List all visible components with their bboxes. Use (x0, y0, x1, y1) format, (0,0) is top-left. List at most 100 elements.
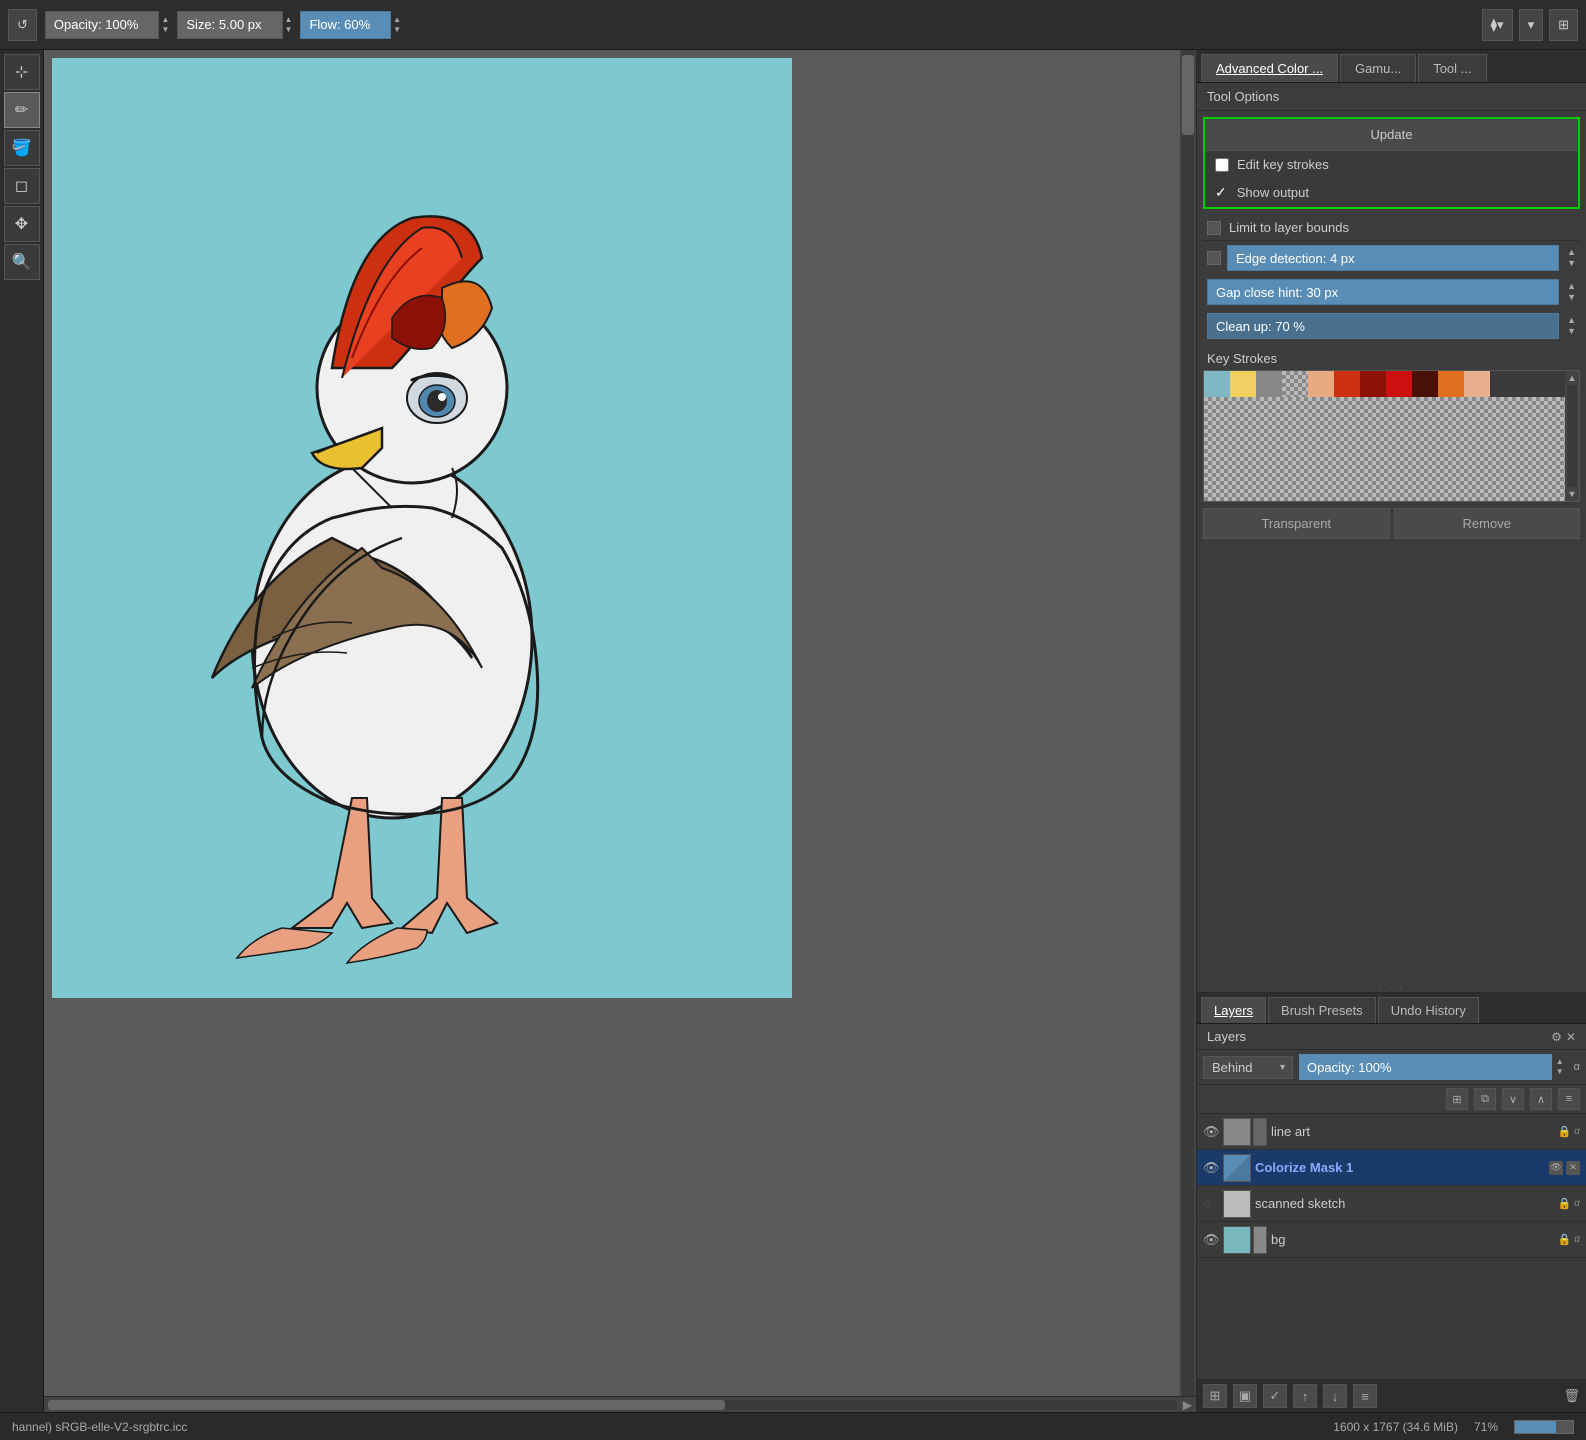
layers-close-icon[interactable]: ✕ (1566, 1030, 1576, 1044)
swatch-gray[interactable] (1256, 371, 1282, 397)
swatch-lightpink[interactable] (1464, 371, 1490, 397)
size-up-arrow[interactable]: ▲ (285, 15, 293, 25)
remove-button[interactable]: Remove (1394, 508, 1581, 539)
opacity-down-arrow[interactable]: ▼ (161, 25, 169, 35)
swatch-lightblue[interactable] (1204, 371, 1230, 397)
size-arrows[interactable]: ▲ ▼ (285, 15, 293, 35)
fill-tool[interactable]: 🪣 (4, 130, 40, 166)
layer-down-button[interactable]: ∧ (1530, 1088, 1552, 1110)
opacity-layer-down[interactable]: ▼ (1556, 1067, 1564, 1077)
tab-brush-presets[interactable]: Brush Presets (1268, 997, 1376, 1023)
edit-keystrokes-checkbox[interactable] (1215, 158, 1229, 172)
layer-up-button[interactable]: ∨ (1502, 1088, 1524, 1110)
layer-menu-button[interactable]: ≡ (1353, 1384, 1377, 1408)
scroll-right-arrow[interactable]: ▶ (1183, 1398, 1192, 1412)
layer-list-button[interactable]: ≡ (1558, 1088, 1580, 1110)
layer-check-button[interactable]: ✓ (1263, 1384, 1287, 1408)
layer-item-sketch[interactable]: ○ scanned sketch 🔒 α (1197, 1186, 1586, 1222)
gap-up[interactable]: ▲ (1567, 281, 1576, 292)
clean-up-slider[interactable]: Clean up: 70 % (1207, 313, 1559, 339)
layers-list[interactable]: 👁 line art 🔒 α 👁 (1197, 1114, 1586, 1379)
ks-scroll-track[interactable] (1567, 385, 1577, 487)
layer-copy-button[interactable]: ⧉ (1474, 1088, 1496, 1110)
opacity-bar[interactable]: Opacity: 100% (1299, 1054, 1552, 1080)
transparent-button[interactable]: Transparent (1203, 508, 1390, 539)
layout-button[interactable]: ⊞ (1549, 9, 1578, 41)
tab-gamu[interactable]: Gamu... (1340, 54, 1416, 82)
layer-add-footer-button[interactable]: ⊞ (1203, 1384, 1227, 1408)
gap-close-arrows[interactable]: ▲ ▼ (1567, 281, 1576, 303)
layer-visibility-hidden-icon[interactable]: ○ (1203, 1196, 1219, 1211)
flow-up-arrow[interactable]: ▲ (393, 15, 401, 25)
tab-undo-history[interactable]: Undo History (1378, 997, 1479, 1023)
layer-item-selected[interactable]: 👁 Colorize Mask 1 👁 ✕ (1197, 1150, 1586, 1186)
canvas-vscroll-thumb[interactable] (1182, 55, 1194, 135)
flow-value[interactable]: Flow: 60% (300, 11, 391, 39)
reset-button[interactable]: ↺ (8, 9, 37, 41)
layer-visibility-icon[interactable]: 👁 (1203, 1232, 1219, 1248)
layer-visibility-icon[interactable]: 👁 (1203, 1124, 1219, 1140)
flow-down-arrow[interactable]: ▼ (393, 25, 401, 35)
tab-tool[interactable]: Tool ... (1418, 54, 1486, 82)
layer-item[interactable]: 👁 line art 🔒 α (1197, 1114, 1586, 1150)
canvas[interactable] (52, 58, 792, 998)
select-tool[interactable]: ⊹ (4, 54, 40, 90)
layer-group-button[interactable]: ▣ (1233, 1384, 1257, 1408)
size-value[interactable]: Size: 5.00 px (177, 11, 282, 39)
swatch-orangered[interactable] (1334, 371, 1360, 397)
opacity-arrows[interactable]: ▲ ▼ (161, 15, 169, 35)
erase-tool[interactable]: ◻ (4, 168, 40, 204)
edge-down[interactable]: ▼ (1567, 258, 1576, 269)
move-tool[interactable]: ✥ (4, 206, 40, 242)
zoom-slider[interactable] (1514, 1420, 1574, 1434)
paint-tool[interactable]: ✏ (4, 92, 40, 128)
ks-up-arrow[interactable]: ▲ (1566, 371, 1579, 385)
blend-mode-select[interactable]: Behind Normal Multiply (1203, 1056, 1293, 1079)
clean-up-arrows[interactable]: ▲ ▼ (1567, 315, 1576, 337)
swatch-empty1[interactable] (1282, 371, 1308, 397)
swatch-yellow[interactable] (1230, 371, 1256, 397)
layer-x-icon[interactable]: ✕ (1566, 1161, 1580, 1175)
brush-options-button[interactable]: ⧫▾ (1482, 9, 1513, 41)
swatch-darkred[interactable] (1360, 371, 1386, 397)
key-strokes-scrollbar[interactable]: ▲ ▼ (1565, 371, 1579, 501)
swatch-salmon[interactable] (1308, 371, 1334, 397)
cleanup-up[interactable]: ▲ (1567, 315, 1576, 326)
opacity-value[interactable]: Opacity: 100% (45, 11, 160, 39)
gap-close-slider[interactable]: Gap close hint: 30 px (1207, 279, 1559, 305)
layer-visibility-icon[interactable]: 👁 (1203, 1160, 1219, 1176)
layer-item-bg[interactable]: 👁 bg 🔒 α (1197, 1222, 1586, 1258)
extra-options-button[interactable]: ▾ (1519, 9, 1544, 41)
ks-down-arrow[interactable]: ▼ (1566, 487, 1579, 501)
swatch-darkgrayred[interactable] (1412, 371, 1438, 397)
layer-down-footer-button[interactable]: ↓ (1323, 1384, 1347, 1408)
cleanup-down[interactable]: ▼ (1567, 326, 1576, 337)
layer-up-footer-button[interactable]: ↑ (1293, 1384, 1317, 1408)
hscroll-thumb[interactable] (48, 1400, 725, 1410)
opacity-layer-arrows[interactable]: ▲ ▼ (1556, 1057, 1564, 1077)
swatches-checker[interactable] (1204, 397, 1565, 501)
layer-delete-button[interactable]: 🗑 (1563, 1388, 1580, 1404)
edge-detection-arrows[interactable]: ▲ ▼ (1567, 247, 1576, 269)
flow-arrows[interactable]: ▲ ▼ (393, 15, 401, 35)
tab-advanced-color[interactable]: Advanced Color ... (1201, 54, 1338, 82)
tab-layers[interactable]: Layers (1201, 997, 1266, 1023)
resize-handle[interactable]: · · · · · (1197, 984, 1586, 992)
canvas-scroll[interactable] (44, 50, 1180, 1396)
layers-settings-icon[interactable]: ⚙ (1551, 1030, 1562, 1044)
color-swatches[interactable] (1204, 371, 1565, 501)
update-button[interactable]: Update (1205, 119, 1578, 151)
edge-up[interactable]: ▲ (1567, 247, 1576, 258)
limit-layer-checkbox[interactable] (1207, 221, 1221, 235)
canvas-hscroll[interactable]: ▶ (44, 1396, 1196, 1412)
opacity-layer-up[interactable]: ▲ (1556, 1057, 1564, 1067)
layer-add-button[interactable]: ⊞ (1446, 1088, 1468, 1110)
zoom-tool[interactable]: 🔍 (4, 244, 40, 280)
gap-down[interactable]: ▼ (1567, 292, 1576, 303)
canvas-vscroll-track[interactable] (1182, 50, 1194, 1396)
edge-detection-slider[interactable]: Edge detection: 4 px (1227, 245, 1559, 271)
swatch-red[interactable] (1386, 371, 1412, 397)
opacity-up-arrow[interactable]: ▲ (161, 15, 169, 25)
size-down-arrow[interactable]: ▼ (285, 25, 293, 35)
swatch-orange[interactable] (1438, 371, 1464, 397)
